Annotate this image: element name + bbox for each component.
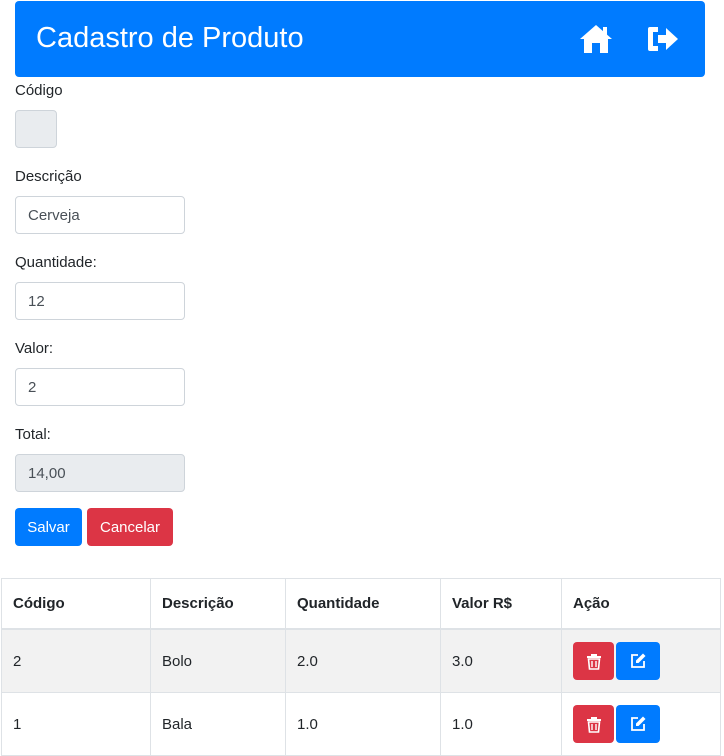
sign-out-icon[interactable] <box>645 23 679 55</box>
codigo-label: Código <box>15 82 63 99</box>
table-header-row: Código Descrição Quantidade Valor R$ Açã… <box>1 578 721 630</box>
table-row: 2 Bolo 2.0 3.0 <box>1 628 721 693</box>
save-button[interactable]: Salvar <box>15 508 82 546</box>
edit-icon <box>631 716 646 731</box>
column-header-acao: Ação <box>561 578 721 630</box>
total-label: Total: <box>15 426 51 443</box>
column-header-quantidade: Quantidade <box>285 578 441 630</box>
total-input <box>15 454 185 492</box>
delete-button[interactable] <box>573 642 614 680</box>
home-icon[interactable] <box>578 23 614 55</box>
trash-icon <box>586 654 601 670</box>
cell-valor: 3.0 <box>440 628 562 693</box>
valor-input[interactable] <box>15 368 185 406</box>
quantidade-label: Quantidade: <box>15 254 97 271</box>
table-row: 1 Bala 1.0 1.0 <box>1 692 721 756</box>
edit-button[interactable] <box>616 705 660 743</box>
column-header-descricao: Descrição <box>150 578 286 630</box>
valor-label: Valor: <box>15 340 54 357</box>
codigo-input[interactable] <box>15 110 57 148</box>
header-bar: Cadastro de Produto <box>15 1 705 77</box>
cell-descricao: Bolo <box>150 628 286 693</box>
cell-valor: 1.0 <box>440 692 562 756</box>
descricao-label: Descrição <box>15 168 82 185</box>
edit-icon <box>631 653 646 668</box>
edit-button[interactable] <box>616 642 660 680</box>
cell-quantidade: 1.0 <box>285 692 441 756</box>
quantidade-input[interactable] <box>15 282 185 320</box>
column-header-codigo: Código <box>1 578 151 630</box>
cell-acao <box>561 692 721 756</box>
cell-acao <box>561 628 721 693</box>
cell-codigo: 2 <box>1 628 151 693</box>
products-table: Código Descrição Quantidade Valor R$ Açã… <box>1 578 721 756</box>
cell-descricao: Bala <box>150 692 286 756</box>
cancel-button[interactable]: Cancelar <box>87 508 173 546</box>
trash-icon <box>586 717 601 733</box>
page-title: Cadastro de Produto <box>36 22 304 54</box>
cell-quantidade: 2.0 <box>285 628 441 693</box>
cell-codigo: 1 <box>1 692 151 756</box>
column-header-valor: Valor R$ <box>440 578 562 630</box>
descricao-input[interactable] <box>15 196 185 234</box>
delete-button[interactable] <box>573 705 614 743</box>
